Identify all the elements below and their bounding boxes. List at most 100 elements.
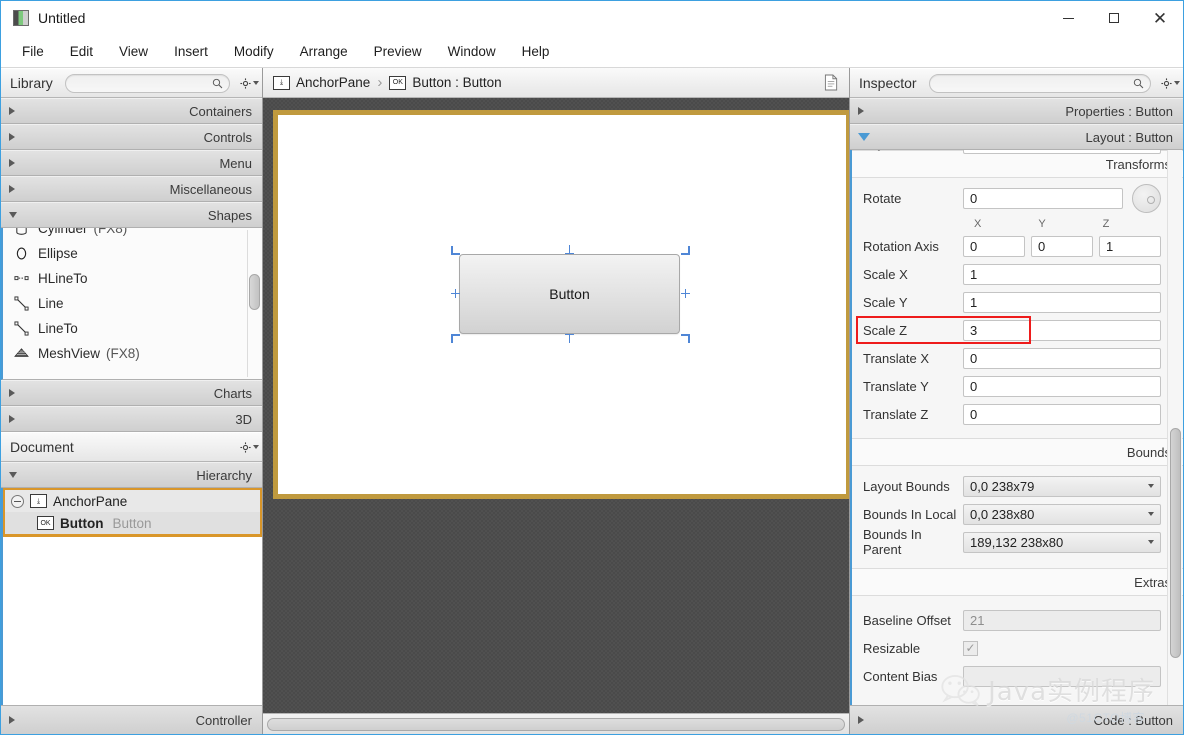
menu-edit[interactable]: Edit: [57, 40, 106, 63]
library-scrollbar[interactable]: [247, 230, 260, 377]
rotation-axis-y-input[interactable]: 0: [1031, 235, 1093, 257]
library-item-lineto[interactable]: LineTo: [3, 316, 262, 341]
inspector-row-layout-bounds[interactable]: Layout Bounds 0,0 238x79: [852, 472, 1183, 500]
inspector-row-translate-y[interactable]: Translate Y 0: [852, 372, 1183, 400]
inspector-search-input[interactable]: [929, 76, 1150, 90]
menu-arrange[interactable]: Arrange: [287, 40, 361, 63]
resizable-checkbox[interactable]: ✓: [963, 640, 978, 656]
translate-z-input[interactable]: 0: [963, 403, 1161, 425]
inspector-row-rotation-axis[interactable]: Rotation Axis 0 0 1: [852, 232, 1183, 260]
library-section-3d[interactable]: 3D: [1, 406, 262, 432]
library-item-label: HLineTo: [38, 271, 88, 286]
inspector-vertical-scrollbar[interactable]: [1167, 150, 1182, 705]
menu-preview[interactable]: Preview: [361, 40, 435, 63]
hierarchy-section-header[interactable]: Hierarchy: [1, 462, 262, 488]
document-options-button[interactable]: [236, 441, 262, 453]
layout-bounds-value: 0,0 238x79: [970, 478, 1035, 494]
library-item-meshview[interactable]: MeshView (FX8): [3, 341, 262, 366]
inspector-row-resizable[interactable]: Resizable ✓: [852, 634, 1183, 662]
translate-y-input[interactable]: 0: [963, 375, 1161, 397]
scale-z-input[interactable]: 3: [963, 319, 1161, 341]
menu-view[interactable]: View: [106, 40, 161, 63]
canvas-scrollbar-thumb[interactable]: [267, 717, 845, 731]
inspector-row-scale-y[interactable]: Scale Y 1: [852, 288, 1183, 316]
controller-section-header[interactable]: Controller: [1, 705, 262, 734]
inspector-row-translate-z[interactable]: Translate Z 0: [852, 400, 1183, 428]
menu-insert[interactable]: Insert: [161, 40, 221, 63]
inspector-row-scale-x[interactable]: Scale X 1: [852, 260, 1183, 288]
resize-handle-bottom-center[interactable]: [569, 334, 570, 343]
inspector-section-layout[interactable]: Layout : Button: [850, 124, 1183, 150]
document-icon[interactable]: [824, 74, 839, 91]
inspector-row-content-bias[interactable]: Content Bias: [852, 662, 1183, 690]
inspector-section-code[interactable]: Code : Button: [850, 705, 1183, 734]
library-search[interactable]: [64, 73, 230, 93]
library-item-line[interactable]: Line: [3, 291, 262, 316]
tree-row-button[interactable]: OK Button Button: [5, 512, 260, 534]
inspector-row-value[interactable]: 132: [963, 150, 1161, 154]
canvas-button[interactable]: Button: [459, 254, 680, 334]
rotation-axis-z-input[interactable]: 1: [1099, 235, 1161, 257]
collapse-icon[interactable]: [11, 494, 24, 508]
library-title: Library: [10, 75, 53, 91]
library-section-shapes[interactable]: Shapes: [1, 202, 262, 228]
lineto-icon: [11, 321, 31, 336]
inspector-row-bounds-in-parent[interactable]: Bounds In Parent 189,132 238x80: [852, 527, 1183, 557]
library-item-list[interactable]: Cylinder (FX8) Ellipse HLineTo Line Line…: [1, 228, 262, 380]
resize-handle-bottom-center-bar: [565, 334, 574, 335]
chevron-right-icon: [9, 159, 15, 167]
inspector-scroll-area[interactable]: Layout Y 132 Transforms Rotate 0 X Y Z R…: [850, 150, 1183, 705]
library-section-charts[interactable]: Charts: [1, 380, 262, 406]
rotate-knob[interactable]: [1132, 183, 1161, 213]
translate-x-input[interactable]: 0: [963, 347, 1161, 369]
chevron-right-icon: [9, 107, 15, 115]
resize-handle-bottom-right[interactable]: [681, 334, 690, 343]
library-options-button[interactable]: [236, 77, 262, 89]
library-item-cylinder[interactable]: Cylinder (FX8): [3, 228, 262, 241]
breadcrumb-item-button[interactable]: OK Button : Button: [389, 75, 502, 90]
inspector-scrollbar-thumb[interactable]: [1170, 428, 1181, 658]
menu-help[interactable]: Help: [509, 40, 563, 63]
layout-bounds-combo[interactable]: 0,0 238x79: [963, 475, 1161, 497]
bounds-in-parent-combo[interactable]: 189,132 238x80: [963, 531, 1161, 553]
stage-anchorpane[interactable]: Button: [273, 110, 849, 499]
inspector-row-baseline-offset[interactable]: Baseline Offset 21: [852, 606, 1183, 634]
inspector-options-button[interactable]: [1157, 77, 1183, 89]
inspector-section-properties[interactable]: Properties : Button: [850, 98, 1183, 124]
scale-x-input[interactable]: 1: [963, 263, 1161, 285]
inspector-row-bounds-in-local[interactable]: Bounds In Local 0,0 238x80: [852, 500, 1183, 528]
canvas-horizontal-scrollbar[interactable]: [263, 713, 849, 734]
close-button[interactable]: ✕: [1137, 1, 1183, 35]
menu-modify[interactable]: Modify: [221, 40, 287, 63]
menu-window[interactable]: Window: [435, 40, 509, 63]
inspector-row-translate-x[interactable]: Translate X 0: [852, 344, 1183, 372]
tree-row-anchorpane[interactable]: ⤓ AnchorPane: [5, 490, 260, 512]
library-section-containers[interactable]: Containers: [1, 98, 262, 124]
resize-handle-bottom-left[interactable]: [451, 334, 460, 343]
library-section-menu[interactable]: Menu: [1, 150, 262, 176]
resize-handle-top-right[interactable]: [681, 246, 690, 255]
inspector-search[interactable]: [928, 73, 1151, 93]
inspector-row-label: Resizable: [863, 640, 921, 656]
breadcrumb-item-anchorpane[interactable]: ⤓ AnchorPane: [273, 75, 370, 90]
library-search-input[interactable]: [65, 76, 229, 90]
scale-y-input[interactable]: 1: [963, 291, 1161, 313]
maximize-button[interactable]: [1091, 1, 1137, 35]
library-item-hlineto[interactable]: HLineTo: [3, 266, 262, 291]
left-panel: Library Containers Controls Menu Miscell…: [1, 68, 263, 734]
resize-handle-top-left[interactable]: [451, 246, 460, 255]
rotate-input[interactable]: 0: [963, 187, 1123, 209]
design-canvas[interactable]: Button: [263, 98, 849, 713]
library-section-controls[interactable]: Controls: [1, 124, 262, 150]
inspector-row-rotate[interactable]: Rotate 0: [852, 178, 1183, 218]
library-item-ellipse[interactable]: Ellipse: [3, 241, 262, 266]
bounds-in-local-combo[interactable]: 0,0 238x80: [963, 503, 1161, 525]
menu-file[interactable]: File: [9, 40, 57, 63]
hierarchy-tree[interactable]: ⤓ AnchorPane OK Button Button: [1, 488, 262, 705]
tree-node-label: AnchorPane: [53, 493, 128, 509]
library-scrollbar-thumb[interactable]: [249, 274, 260, 310]
minimize-button[interactable]: [1045, 1, 1091, 35]
rotation-axis-x-input[interactable]: 0: [963, 235, 1025, 257]
library-section-miscellaneous[interactable]: Miscellaneous: [1, 176, 262, 202]
inspector-row-scale-z[interactable]: Scale Z 3: [852, 316, 1183, 344]
